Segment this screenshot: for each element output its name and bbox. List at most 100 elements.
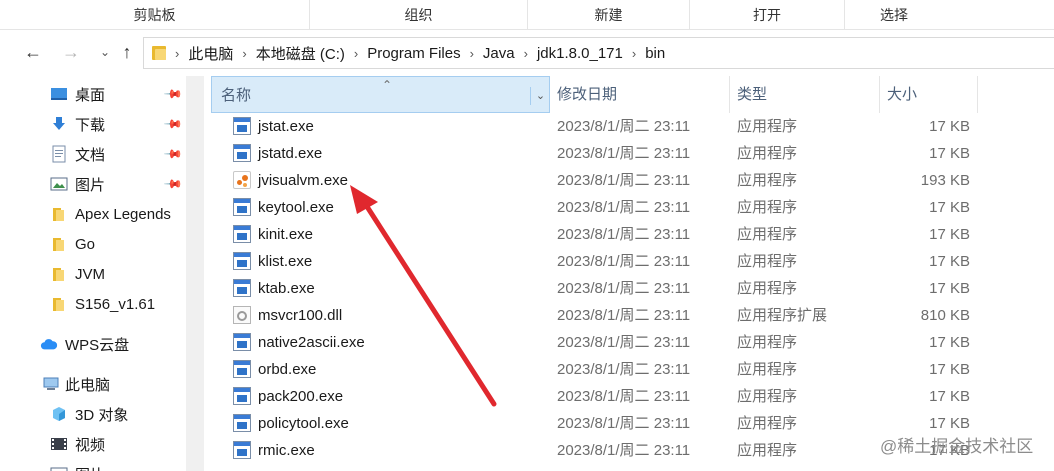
file-name: native2ascii.exe [258, 334, 365, 351]
file-row[interactable]: kinit.exe 2023/8/1/周二 23:11 应用程序 17 KB [211, 221, 1054, 248]
exe-icon [233, 387, 251, 405]
chevron-right-icon[interactable]: › [175, 46, 179, 61]
nav-item-documents[interactable]: 文档 📌 [0, 139, 200, 169]
file-row[interactable]: ktab.exe 2023/8/1/周二 23:11 应用程序 17 KB [211, 275, 1054, 302]
nav-item-go[interactable]: Go [0, 229, 200, 259]
file-type: 应用程序 [737, 172, 798, 189]
picture-icon [50, 175, 68, 193]
folder-icon [152, 45, 166, 61]
nav-item-videos[interactable]: 视频 [0, 429, 200, 459]
breadcrumb-jdk[interactable]: jdk1.8.0_171 [537, 45, 623, 62]
breadcrumb-bin[interactable]: bin [645, 45, 665, 62]
file-row[interactable]: pack200.exe 2023/8/1/周二 23:11 应用程序 17 KB [211, 383, 1054, 410]
exe-icon [233, 117, 251, 135]
column-header-name-label: 名称 [221, 87, 252, 104]
file-modified-date: 2023/8/1/周二 23:11 [557, 118, 691, 135]
nav-item-this-pc[interactable]: 此电脑 [0, 369, 200, 399]
chevron-right-icon[interactable]: › [242, 46, 246, 61]
chevron-right-icon[interactable]: › [470, 46, 474, 61]
file-row[interactable]: jstatd.exe 2023/8/1/周二 23:11 应用程序 17 KB [211, 140, 1054, 167]
pin-icon[interactable]: 📌 [163, 114, 183, 134]
file-name: klist.exe [258, 253, 313, 270]
column-header-size[interactable]: 大小 [878, 76, 978, 113]
pin-icon[interactable]: 📌 [163, 144, 183, 164]
file-name: jvisualvm.exe [258, 172, 349, 189]
file-type: 应用程序 [737, 415, 798, 432]
file-size: 17 KB [929, 253, 970, 270]
file-size: 810 KB [920, 307, 970, 324]
file-list: 名称 ⌃ ⌄ 修改日期 类型 大小 jstat.exe 2023/8/1/周二 2… [211, 76, 1054, 471]
file-modified-date: 2023/8/1/周二 23:11 [557, 307, 691, 324]
file-row[interactable]: klist.exe 2023/8/1/周二 23:11 应用程序 17 KB [211, 248, 1054, 275]
file-row[interactable]: msvcr100.dll 2023/8/1/周二 23:11 应用程序扩展 810 K… [211, 302, 1054, 329]
picture-icon [50, 465, 68, 471]
column-header-date[interactable]: 修改日期 [548, 76, 730, 113]
file-row[interactable]: jvisualvm.exe 2023/8/1/周二 23:11 应用程序 193 KB [211, 167, 1054, 194]
file-modified-date: 2023/8/1/周二 23:11 [557, 280, 691, 297]
arrow-right-icon: → [62, 41, 80, 62]
nav-item-apex-legends[interactable]: Apex Legends [0, 199, 200, 229]
file-type: 应用程序 [737, 388, 798, 405]
file-type: 应用程序 [737, 118, 798, 135]
file-size: 17 KB [929, 199, 970, 216]
nav-item-jvm[interactable]: JVM [0, 259, 200, 289]
breadcrumb-java[interactable]: Java [483, 45, 515, 62]
file-name: ktab.exe [258, 280, 315, 297]
file-modified-date: 2023/8/1/周二 23:11 [557, 415, 691, 432]
file-row[interactable]: native2ascii.exe 2023/8/1/周二 23:11 应用程序 17 … [211, 329, 1054, 356]
ribbon-group-clipboard[interactable]: 剪贴板 [0, 0, 310, 30]
file-row[interactable]: orbd.exe 2023/8/1/周二 23:11 应用程序 17 KB [211, 356, 1054, 383]
exe-icon [233, 252, 251, 270]
back-button[interactable]: ← [20, 39, 46, 65]
forward-button[interactable]: → [58, 39, 84, 65]
up-button[interactable]: ↑ [114, 39, 140, 65]
exe-icon [233, 441, 251, 459]
navigation-pane-scrollbar[interactable] [186, 76, 204, 471]
arrow-up-icon: ↑ [122, 41, 132, 62]
file-size: 17 KB [929, 388, 970, 405]
breadcrumb-this-pc[interactable]: 此电脑 [188, 43, 233, 64]
chevron-down-icon[interactable]: ⌄ [530, 87, 550, 105]
exe-icon [233, 279, 251, 297]
file-name: jstat.exe [258, 118, 314, 135]
column-header-name[interactable]: 名称 ⌃ ⌄ [211, 76, 550, 113]
file-modified-date: 2023/8/1/周二 23:11 [557, 442, 691, 459]
file-row[interactable]: jstat.exe 2023/8/1/周二 23:11 应用程序 17 KB [211, 113, 1054, 140]
nav-item-3d-objects[interactable]: 3D 对象 [0, 399, 200, 429]
file-modified-date: 2023/8/1/周二 23:11 [557, 199, 691, 216]
ribbon-group-open[interactable]: 打开 [690, 0, 845, 30]
address-bar[interactable]: › 此电脑 › 本地磁盘 (C:) › Program Files › Java… [143, 37, 1054, 69]
pin-icon[interactable]: 📌 [163, 84, 183, 104]
file-row[interactable]: keytool.exe 2023/8/1/周二 23:11 应用程序 17 KB [211, 194, 1054, 221]
chevron-right-icon[interactable]: › [632, 46, 636, 61]
cloud-icon [40, 335, 58, 353]
nav-item-label: 文档 [75, 146, 106, 164]
nav-item-downloads[interactable]: 下载 📌 [0, 109, 200, 139]
column-header-type[interactable]: 类型 [728, 76, 880, 113]
nav-item-desktop[interactable]: 桌面 📌 [0, 79, 200, 109]
nav-item-pictures[interactable]: 图片 📌 [0, 169, 200, 199]
nav-item-label: 视频 [75, 436, 106, 454]
file-size: 17 KB [929, 334, 970, 351]
ribbon-group-select[interactable]: 选择 [845, 0, 943, 30]
file-size: 17 KB [929, 118, 970, 135]
nav-item-pictures-2[interactable]: 图片 [0, 459, 200, 471]
pin-icon[interactable]: 📌 [163, 174, 183, 194]
file-type: 应用程序 [737, 334, 798, 351]
file-type: 应用程序 [737, 280, 798, 297]
nav-item-label: WPS云盘 [65, 336, 130, 354]
arrow-left-icon: ← [24, 41, 42, 62]
breadcrumb-local-disk[interactable]: 本地磁盘 (C:) [256, 43, 345, 64]
chevron-right-icon[interactable]: › [524, 46, 528, 61]
exe-icon [233, 360, 251, 378]
nav-item-s156[interactable]: S156_v1.61 [0, 289, 200, 319]
address-row: ← → ⌄ ↑ › 此电脑 › 本地磁盘 (C:) › Program File… [0, 31, 1054, 75]
ribbon-group-organize[interactable]: 组织 [310, 0, 528, 30]
ribbon-group-new[interactable]: 新建 [528, 0, 690, 30]
nav-item-wps-cloud[interactable]: WPS云盘 [0, 329, 200, 359]
navigation-pane: 桌面 📌 下载 📌 文档 📌 图片 📌 Apex Legends Go JVM … [0, 76, 204, 471]
nav-item-label: Apex Legends [75, 205, 171, 223]
nav-item-label: 此电脑 [65, 376, 111, 394]
chevron-right-icon[interactable]: › [354, 46, 358, 61]
breadcrumb-program-files[interactable]: Program Files [367, 45, 460, 62]
